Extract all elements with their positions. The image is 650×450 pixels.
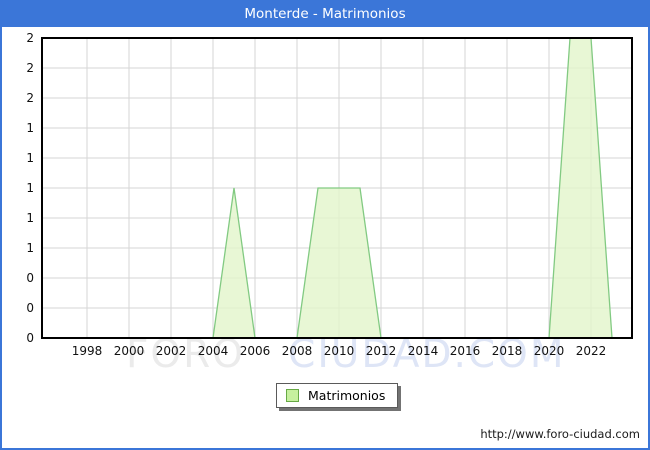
y-tick-label: 0: [26, 331, 34, 345]
legend-label: Matrimonios: [308, 388, 386, 403]
x-tick-label: 2004: [198, 344, 229, 358]
x-tick-label: 2022: [576, 344, 607, 358]
y-tick-label: 0: [26, 271, 34, 285]
chart-window: Monterde - Matrimonios FORO CIUDAD.COM 0…: [0, 0, 650, 450]
y-tick-label: 1: [26, 211, 34, 225]
footer-url: http://www.foro-ciudad.com: [480, 427, 640, 441]
legend: Matrimonios: [276, 383, 399, 408]
x-tick-label: 2002: [156, 344, 187, 358]
y-tick-label: 0: [26, 301, 34, 315]
y-tick-label: 1: [26, 241, 34, 255]
x-tick-label: 2012: [366, 344, 397, 358]
y-tick-label: 1: [26, 121, 34, 135]
x-tick-label: 2006: [240, 344, 271, 358]
y-tick-label: 2: [26, 91, 34, 105]
y-tick-label: 1: [26, 181, 34, 195]
x-tick-label: 2000: [114, 344, 145, 358]
y-tick-label: 2: [26, 31, 34, 45]
x-tick-label: 2018: [492, 344, 523, 358]
x-tick-label: 2016: [450, 344, 481, 358]
x-tick-label: 1998: [72, 344, 103, 358]
x-tick-label: 2020: [534, 344, 565, 358]
y-tick-label: 2: [26, 61, 34, 75]
y-tick-label: 1: [26, 151, 34, 165]
x-tick-label: 2010: [324, 344, 355, 358]
legend-swatch-icon: [286, 389, 299, 402]
x-tick-label: 2008: [282, 344, 313, 358]
x-tick-label: 2014: [408, 344, 439, 358]
